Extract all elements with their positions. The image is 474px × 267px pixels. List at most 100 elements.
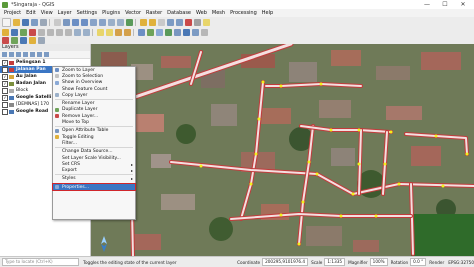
save-as-icon[interactable]	[31, 18, 38, 26]
layer-visibility-checkbox[interactable]: ✓	[2, 66, 8, 73]
identify-icon[interactable]	[140, 18, 147, 26]
add-spatialite-icon[interactable]	[192, 28, 199, 36]
copy-features-icon[interactable]	[56, 28, 63, 36]
select-features-icon[interactable]	[149, 18, 156, 26]
new-shapefile-icon[interactable]	[165, 28, 172, 36]
remove-layer-icon[interactable]	[44, 52, 49, 57]
menu-processing[interactable]: Processing	[230, 10, 257, 16]
save-edits-icon[interactable]	[11, 28, 18, 36]
layer-symbol-icon	[9, 74, 14, 79]
context-menu-item[interactable]: Copy Layer	[53, 92, 135, 98]
cut-features-icon[interactable]	[47, 28, 54, 36]
expand-all-icon[interactable]	[30, 52, 35, 57]
menu-item-label: Toggle Editing	[62, 134, 94, 140]
georeferencer-icon[interactable]	[29, 36, 36, 44]
redo-icon[interactable]	[83, 28, 90, 36]
filter-legend-icon[interactable]	[23, 52, 28, 57]
print-layout-icon[interactable]	[40, 18, 47, 26]
add-raster-layer-icon[interactable]	[147, 28, 154, 36]
undo-icon[interactable]	[74, 28, 81, 36]
minimize-button[interactable]: —	[418, 0, 436, 9]
layer-visibility-checkbox[interactable]	[2, 108, 8, 115]
zoom-last-icon[interactable]	[108, 18, 115, 26]
map-canvas[interactable]	[91, 44, 474, 256]
menu-raster[interactable]: Raster	[146, 10, 162, 16]
menu-web[interactable]: Web	[196, 10, 207, 16]
menu-vector[interactable]: Vector	[125, 10, 141, 16]
menu-layer[interactable]: Layer	[58, 10, 72, 16]
scale-field[interactable]: 1:1335	[324, 258, 346, 266]
close-button[interactable]: ✕	[454, 0, 472, 9]
context-menu-item[interactable]: Move to Top	[53, 119, 135, 125]
magnifier-field[interactable]: 100%	[369, 258, 388, 266]
context-menu-item[interactable]: Styles ▸	[53, 176, 135, 182]
zoom-full-icon[interactable]	[90, 18, 97, 26]
layer-visibility-checkbox[interactable]: ✓	[2, 59, 8, 66]
plugin-icon[interactable]	[2, 36, 9, 44]
maximize-button[interactable]: ☐	[436, 0, 454, 9]
menu-help[interactable]: Help	[262, 10, 273, 16]
add-delimited-text-icon[interactable]	[174, 28, 181, 36]
rotation-field[interactable]: 0.0 °	[410, 258, 427, 266]
new-project-icon[interactable]	[2, 17, 11, 27]
label-change-icon[interactable]	[124, 28, 131, 36]
field-calculator-icon[interactable]	[176, 18, 183, 26]
layer-row[interactable]: ✓ Pelingsan 1	[0, 59, 90, 66]
add-postgis-icon[interactable]	[183, 28, 190, 36]
layer-visibility-checkbox[interactable]	[2, 101, 8, 108]
measure-icon[interactable]	[194, 18, 201, 26]
manage-map-themes-icon[interactable]	[16, 52, 21, 57]
add-vector-layer-icon[interactable]	[138, 28, 145, 36]
zoom-out-icon[interactable]	[81, 18, 88, 26]
save-project-icon[interactable]	[22, 18, 29, 26]
refresh-icon[interactable]	[126, 18, 133, 26]
open-project-icon[interactable]	[13, 18, 20, 26]
metasearch-icon[interactable]	[38, 36, 45, 44]
deselect-icon[interactable]	[158, 18, 165, 26]
toolbar-separator	[49, 18, 50, 26]
zoom-to-layer-icon[interactable]	[99, 18, 106, 26]
context-menu-item[interactable]: Export ▸	[53, 167, 135, 173]
menu-item-label: Export	[62, 168, 77, 174]
label-icon[interactable]	[97, 28, 104, 36]
zoom-in-icon[interactable]	[72, 18, 79, 26]
add-virtual-layer-icon[interactable]	[201, 28, 208, 36]
delete-selected-icon[interactable]	[38, 28, 45, 36]
layer-name: Jalanan Pan	[16, 67, 46, 72]
render-checkbox[interactable]: Render	[429, 260, 444, 265]
context-menu-item[interactable]: Properties...	[52, 182, 136, 192]
menu-view[interactable]: View	[41, 10, 53, 16]
toggle-editing-icon[interactable]	[2, 28, 9, 36]
menu-settings[interactable]: Settings	[77, 10, 98, 16]
menu-mesh[interactable]: Mesh	[212, 10, 225, 16]
paste-features-icon[interactable]	[65, 28, 72, 36]
menu-project[interactable]: Project	[4, 10, 21, 16]
menu-plugins[interactable]: Plugins	[102, 10, 120, 16]
layer-visibility-checkbox[interactable]: ✓	[2, 73, 8, 80]
zoom-next-icon[interactable]	[117, 18, 124, 26]
label-rotate-icon[interactable]	[115, 28, 122, 36]
layer-visibility-checkbox[interactable]: ✓	[2, 80, 8, 87]
crs-button[interactable]: EPSG:32750	[448, 260, 474, 265]
processing-toolbox-icon[interactable]	[20, 36, 27, 44]
layer-visibility-checkbox[interactable]: ✓	[2, 94, 8, 101]
statistics-icon[interactable]	[185, 18, 192, 26]
collapse-all-icon[interactable]	[37, 52, 42, 57]
menu-database[interactable]: Database	[167, 10, 191, 16]
locator-search-input[interactable]: Type to locate (Ctrl+K)	[2, 258, 80, 266]
add-wms-layer-icon[interactable]	[156, 28, 163, 36]
vertex-tool-icon[interactable]	[29, 28, 36, 36]
label-pin-icon[interactable]	[106, 28, 113, 36]
annotation-icon[interactable]	[203, 18, 210, 26]
add-feature-icon[interactable]	[20, 28, 27, 36]
layer-visibility-checkbox[interactable]	[2, 87, 8, 94]
menu-edit[interactable]: Edit	[26, 10, 36, 16]
open-layer-styling-icon[interactable]	[2, 52, 7, 57]
pan-to-selection-icon[interactable]	[63, 18, 70, 26]
coordinate-field[interactable]: 200295,9101976.4	[262, 258, 309, 266]
pan-icon[interactable]	[54, 18, 61, 26]
python-console-icon[interactable]	[11, 36, 18, 44]
context-menu-item[interactable]: Filter...	[53, 140, 135, 146]
attribute-table-icon[interactable]	[167, 18, 174, 26]
add-group-icon[interactable]	[9, 52, 14, 57]
